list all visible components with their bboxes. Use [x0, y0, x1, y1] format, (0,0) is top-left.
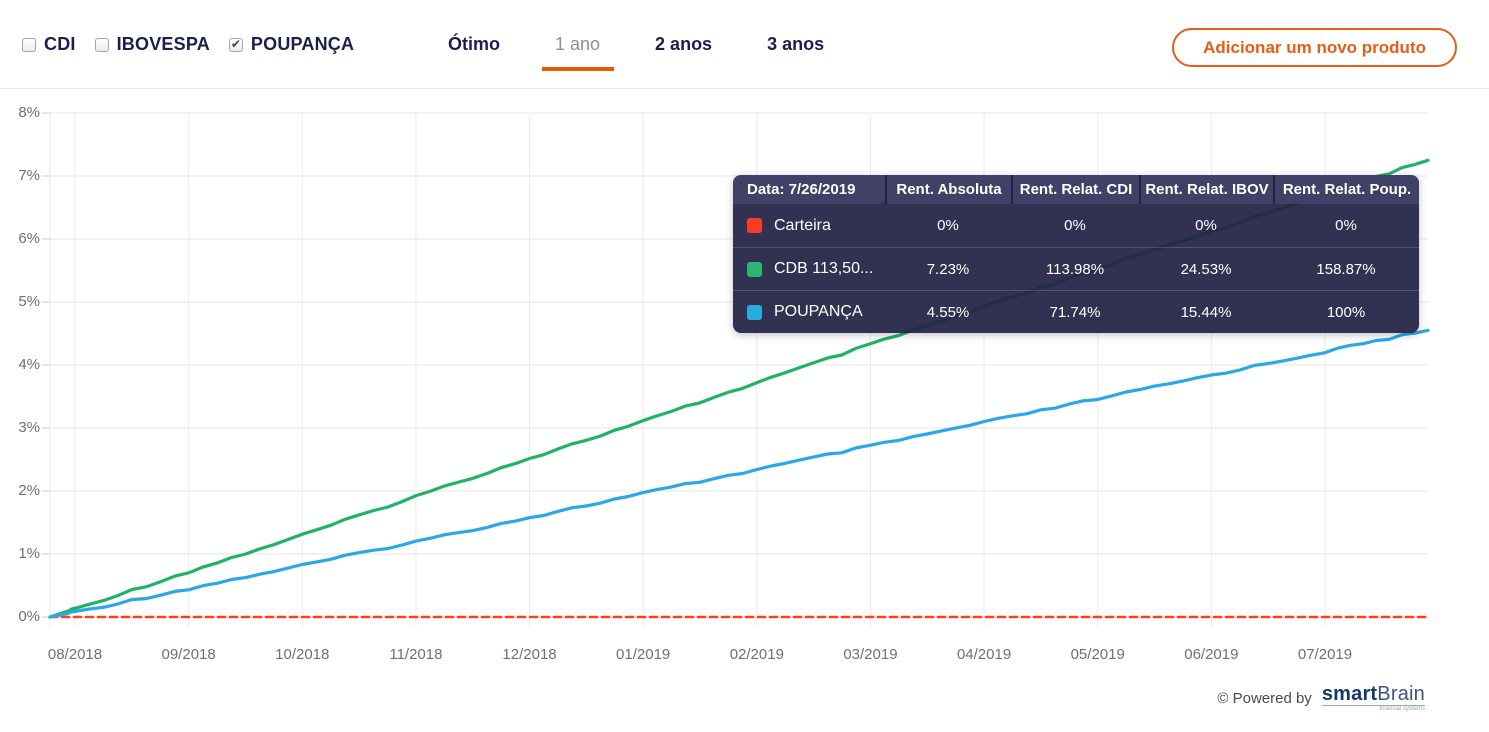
tooltip-date: Data: 7/26/2019 [733, 175, 885, 204]
tooltip-value: 100% [1273, 290, 1419, 333]
portfolio-returns-page: CDI IBOVESPA POUPANÇA Ótimo 1 ano 2 anos 3 an… [0, 0, 1489, 732]
x-axis-tick-label: 12/2018 [502, 646, 557, 663]
chart-tooltip: Data: 7/26/2019 Rent. Absoluta Rent. Relat… [733, 175, 1419, 333]
tooltip-table: Data: 7/26/2019 Rent. Absoluta Rent. Relat… [733, 175, 1419, 333]
x-axis-tick-label: 04/2019 [956, 646, 1012, 663]
tooltip-value: 4.55% [885, 290, 1011, 333]
tooltip-value: 113.98% [1011, 247, 1139, 290]
series-name-text: Carteira [774, 216, 831, 234]
tooltip-value: 15.44% [1139, 290, 1273, 333]
x-axis-tick-label: 05/2019 [1070, 646, 1125, 663]
x-axis-tick-label: 11/2018 [389, 646, 443, 663]
tab-3-anos[interactable]: 3 anos [767, 34, 824, 55]
tooltip-column-header: Rent. Relat. Poup. [1273, 175, 1419, 204]
x-axis-tick-label: 09/2018 [161, 646, 216, 663]
tooltip-value: 24.53% [1139, 247, 1273, 290]
y-axis-tick-label: 7% [18, 167, 40, 184]
checkbox-icon[interactable] [22, 37, 36, 52]
logo-subtext: financial systems [1379, 706, 1425, 712]
tooltip-series-name: POUPANÇA [733, 290, 885, 333]
x-axis-tick-label: 01/2019 [616, 646, 671, 663]
logo-text-light: Brain [1377, 683, 1425, 705]
y-axis-tick-label: 4% [18, 356, 40, 373]
series-color-swatch [747, 261, 762, 277]
x-axis-tick-label: 02/2019 [729, 646, 784, 663]
series-name-text: POUPANÇA [774, 303, 863, 320]
x-axis-tick-label: 06/2019 [1184, 646, 1239, 663]
x-axis-tick-label: 10/2018 [275, 646, 330, 663]
tooltip-column-header: Rent. Relat. CDI [1011, 175, 1139, 204]
footer: © Powered by smartBrain financial system… [1217, 684, 1425, 712]
x-axis-tick-label: 07/2019 [1297, 646, 1353, 663]
benchmark-toggle-ibovespa[interactable]: IBOVESPA [94, 34, 210, 55]
tooltip-column-header: Rent. Relat. IBOV [1139, 175, 1273, 204]
checkbox-icon[interactable] [228, 37, 243, 52]
series-name-text: CDB 113,50... [774, 260, 874, 277]
y-axis-tick-label: 2% [18, 482, 40, 499]
x-axis-tick-label: 08/2018 [47, 646, 103, 663]
logo-text-bold: smart [1321, 683, 1378, 705]
tooltip-series-name: CDB 113,50... [733, 247, 885, 290]
y-axis-tick-label: 8% [18, 104, 40, 121]
tooltip-value: 0% [1064, 217, 1086, 234]
tab-2-anos[interactable]: 2 anos [655, 34, 712, 55]
benchmark-toggle-cdi[interactable]: CDI [22, 34, 76, 55]
y-axis-tick-label: 5% [18, 293, 40, 310]
period-tab-group: Ótimo 1 ano 2 anos 3 anos [448, 34, 824, 55]
tooltip-value: 71.74% [1011, 290, 1139, 333]
tooltip-value: 158.87% [1273, 247, 1419, 290]
tab-1-ano[interactable]: 1 ano [555, 34, 600, 55]
powered-by-text: © Powered by [1217, 689, 1312, 707]
chart-header-bar: CDI IBOVESPA POUPANÇA Ótimo 1 ano 2 anos 3 an… [0, 0, 1489, 89]
y-axis-tick-label: 3% [18, 419, 40, 436]
tooltip-series-name: Carteira [733, 204, 885, 247]
checkbox-icon[interactable] [94, 37, 109, 52]
series-color-swatch [747, 304, 762, 320]
x-axis-tick-label: 03/2019 [843, 646, 898, 663]
tooltip-column-header: Rent. Absoluta [885, 175, 1011, 204]
tab-ótimo[interactable]: Ótimo [448, 34, 500, 55]
add-product-button[interactable]: Adicionar um novo produto [1172, 28, 1457, 67]
series-line-poupan-a [48, 328, 1430, 619]
y-axis-tick-label: 0% [18, 608, 40, 625]
toggle-label: POUPANÇA [250, 34, 355, 54]
tooltip-value: 0% [1195, 217, 1217, 234]
tooltip-value: 0% [937, 217, 959, 234]
smartbrain-logo[interactable]: smartBrain financial systems [1321, 683, 1425, 712]
toggle-label: CDI [44, 34, 76, 54]
y-axis-tick-label: 1% [18, 545, 40, 562]
benchmark-checkbox-group: CDI IBOVESPA POUPANÇA [22, 34, 354, 55]
toggle-label: IBOVESPA [116, 34, 210, 54]
returns-line-chart: 0% 1% 2% 3% 4% 5% 6% 7% 8% 08/2018 09/2018 10/2018 1… [0, 90, 1489, 680]
series-color-swatch [747, 218, 762, 233]
tooltip-value: 7.23% [885, 247, 1011, 290]
y-axis-tick-label: 6% [18, 230, 40, 247]
tooltip-value: 0% [1335, 217, 1357, 234]
benchmark-toggle-poupança[interactable]: POUPANÇA [228, 34, 355, 55]
